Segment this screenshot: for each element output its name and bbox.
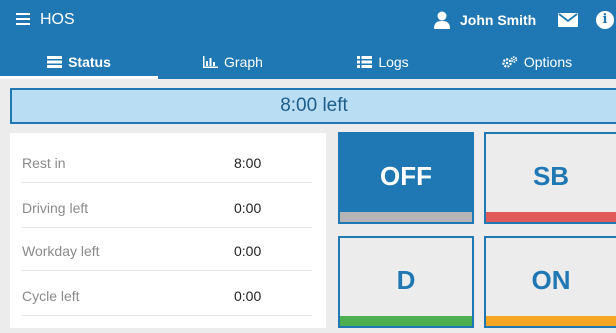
duty-off-button[interactable]: OFF [338,132,474,224]
tab-label: Status [68,54,111,70]
stat-row-cycle: Cycle left 0:00 [22,276,312,316]
tab-graph[interactable]: Graph [158,45,308,79]
active-tab-indicator [0,76,158,79]
tab-label: Graph [224,54,263,70]
stat-row-workday: Workday left 0:00 [22,231,312,271]
tab-logs[interactable]: Logs [308,45,458,79]
stat-value: 8:00 [234,155,262,171]
menu-icon[interactable] [16,13,30,25]
tab-label: Logs [378,54,409,70]
duty-color-bar [486,316,616,326]
list-icon [357,56,373,68]
stat-value: 0:00 [234,200,262,216]
duty-d-button[interactable]: D [338,236,474,328]
stat-label: Workday left [22,243,100,259]
stat-label: Driving left [22,200,89,216]
stat-value: 0:00 [234,288,262,304]
tab-bar: Status Graph Logs Options [0,45,616,79]
duty-color-bar [340,316,472,326]
duty-label: OFF [380,161,432,191]
info-icon[interactable]: i [596,11,614,29]
duty-label: D [396,265,416,295]
app-header: HOS John Smith i [0,0,616,45]
stat-label: Rest in [22,155,66,171]
duty-label: SB [532,161,570,191]
stat-row-driving: Driving left 0:00 [22,188,312,228]
user-name[interactable]: John Smith [460,12,536,28]
tab-options[interactable]: Options [458,45,616,79]
mail-icon[interactable] [558,13,578,27]
tab-label: Options [523,54,573,70]
stat-value: 0:00 [234,243,262,259]
stat-label: Cycle left [22,288,80,304]
duty-sb-button[interactable]: SB [484,132,616,224]
duty-label: ON [531,265,571,295]
duty-color-bar [340,212,472,222]
hos-stats-card: Rest in 8:00 Driving left 0:00 Workday l… [10,133,326,328]
duty-color-bar [486,212,616,222]
gears-icon [502,56,518,68]
stat-row-rest: Rest in 8:00 [22,143,312,183]
app-title: HOS [40,11,75,28]
bar-chart-icon [203,56,219,68]
tab-status[interactable]: Status [0,45,158,79]
duty-on-button[interactable]: ON [484,236,616,328]
user-icon[interactable] [434,11,450,29]
status-icon [47,56,63,68]
time-remaining-banner: 8:00 left [10,88,616,124]
